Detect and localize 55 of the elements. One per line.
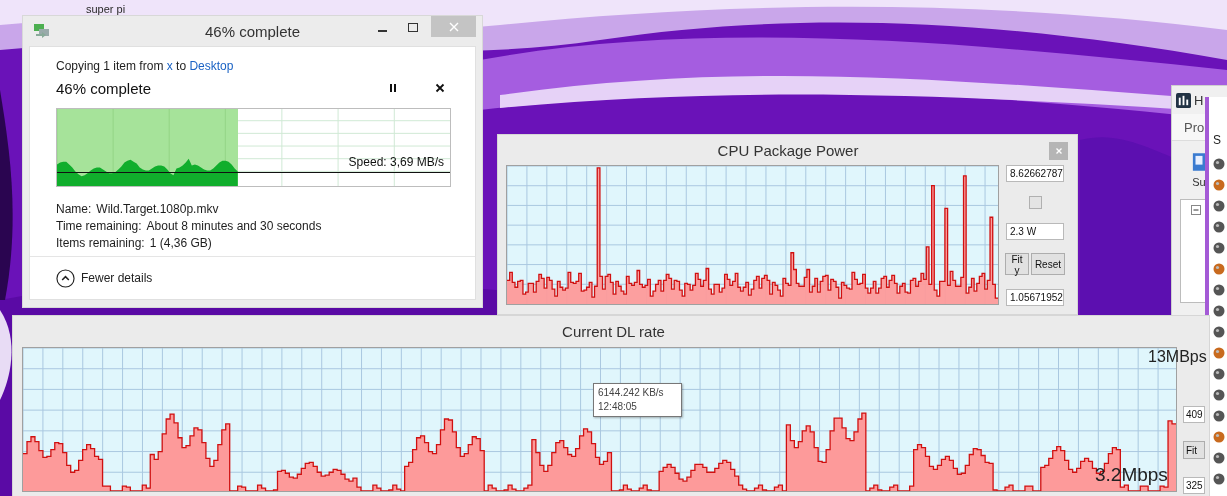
tooltip-time: 12:48:05 [598,400,638,414]
source-link[interactable]: x [166,59,173,73]
sensor-icon [1213,347,1225,359]
sensor-icon [1213,221,1225,233]
sensor-icon [1213,410,1225,422]
sensor-icon [1213,389,1225,401]
checkbox[interactable] [1028,195,1042,209]
window-title: CPU Package Power [717,141,859,159]
sensor-icon [1213,305,1225,317]
tooltip-value: 6144.242 KB/s [598,386,665,400]
sensor-icon [1213,368,1225,380]
progress-heading: 46% complete [56,79,153,97]
window-title: H [1194,92,1204,108]
copy-icon [34,24,50,38]
destination-link[interactable]: Desktop [189,59,234,73]
graph-button[interactable]: Fit [1183,441,1205,459]
detail-label: Time remaining: [56,219,142,233]
sensor-icon [1213,473,1225,485]
sensor-icon [1213,452,1225,464]
max-value-field[interactable]: 409 [1183,406,1205,423]
sensor-icon [1213,263,1225,275]
pause-icon[interactable] [388,83,398,93]
close-icon [1053,146,1064,156]
detail-label: Name: [56,202,92,216]
sensor-icon [1213,179,1225,191]
min-value-field[interactable]: 325 [1183,477,1205,494]
copy-status-text: Copying 1 item from x to Desktop [56,59,235,73]
bar-chart-icon [1176,92,1191,108]
close-icon [448,21,459,32]
column-header: S [1213,133,1222,147]
window-title: 46% complete [204,22,301,40]
detail-label: Items remaining: [56,236,145,250]
max-rate-label: 13MBps [1148,347,1207,367]
sensor-icon [1213,158,1225,170]
speed-label: Speed: 3,69 MB/s [348,155,444,169]
collapse-icon[interactable] [56,268,75,288]
toolbar-label[interactable]: Su [1192,176,1206,188]
sensor-icon [1213,284,1225,296]
sensor-icon [1213,431,1225,443]
sensor-icon [1213,326,1225,338]
window-title: Current DL rate [562,323,665,340]
fewer-details-link[interactable]: Fewer details [81,271,153,285]
desktop-icon-label[interactable]: super pi [86,3,126,15]
detail-value: 1 (4,36 GB) [149,236,212,250]
sensor-icon [1213,242,1225,254]
sensor-icon [1213,200,1225,212]
detail-value: Wild.Target.1080p.mkv [96,202,219,216]
graph-button[interactable]: Reset [1030,253,1065,276]
detail-value: About 8 minutes and 30 seconds [146,219,322,233]
current-value-field[interactable]: 2.3 W [1006,222,1064,240]
min-value-field[interactable]: 1.05671952 [1006,289,1064,306]
graph-button[interactable]: Fit y [1005,253,1029,276]
max-value-field[interactable]: 8.62662787 [1006,165,1064,182]
close-icon[interactable] [435,83,445,93]
monitor-icon[interactable] [1192,152,1206,172]
